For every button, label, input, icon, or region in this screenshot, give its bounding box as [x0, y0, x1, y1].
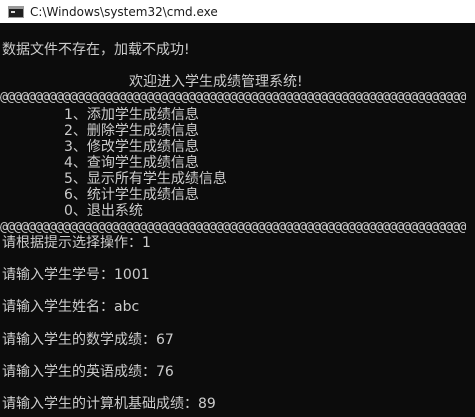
console-output[interactable]: 数据文件不存在，加载不成功! 欢迎进入学生成绩管理系统! @@@@@@@@@@@…	[0, 23, 475, 417]
window-title: C:\Windows\system32\cmd.exe	[30, 4, 218, 19]
title-bar[interactable]: C:\Windows\system32\cmd.exe	[0, 0, 475, 23]
welcome-message: 欢迎进入学生成绩管理系统!	[129, 74, 303, 90]
cmd-icon	[8, 5, 24, 18]
menu-item-modify: 3、修改学生成绩信息	[64, 139, 199, 155]
menu-item-exit: 0、退出系统	[64, 203, 143, 219]
menu-item-add: 1、添加学生成绩信息	[64, 107, 199, 123]
separator-top: @@@@@@@@@@@@@@@@@@@@@@@@@@@@@@@@@@@@@@@@…	[0, 90, 466, 105]
cmd-window: C:\Windows\system32\cmd.exe 数据文件不存在，加载不成…	[0, 0, 475, 417]
separator-bottom: @@@@@@@@@@@@@@@@@@@@@@@@@@@@@@@@@@@@@@@@…	[0, 220, 466, 235]
menu-item-query: 4、查询学生成绩信息	[64, 155, 199, 171]
prompt-math-score: 请输入学生的数学成绩：67	[2, 332, 174, 348]
menu-item-delete: 2、删除学生成绩信息	[64, 123, 199, 139]
menu-item-statistics: 6、统计学生成绩信息	[64, 187, 199, 203]
prompt-student-id: 请输入学生学号：1001	[2, 267, 150, 283]
prompt-student-name: 请输入学生姓名：abc	[2, 299, 140, 315]
prompt-computer-score: 请输入学生的计算机基础成绩：89	[2, 396, 216, 412]
menu-item-show-all: 5、显示所有学生成绩信息	[64, 171, 227, 187]
load-error-message: 数据文件不存在，加载不成功!	[2, 42, 190, 58]
prompt-english-score: 请输入学生的英语成绩：76	[2, 364, 174, 380]
prompt-choose-operation: 请根据提示选择操作：1	[2, 235, 151, 251]
